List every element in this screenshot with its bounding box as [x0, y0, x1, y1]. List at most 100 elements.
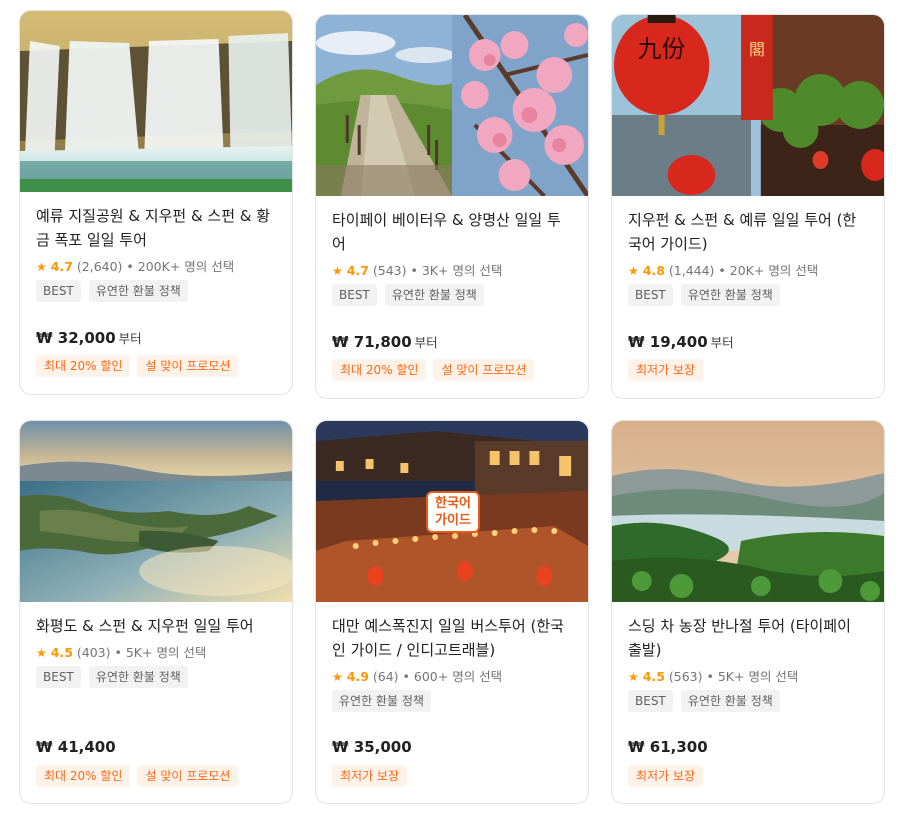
discount-badge: 최대 20% 할인: [332, 359, 427, 381]
tour-title[interactable]: 대만 예스폭진지 일일 버스투어 (한국인 가이드 / 인디고트래블): [332, 614, 572, 662]
review-count: (403): [76, 645, 111, 660]
tag-list: BEST 유연한 환불 정책: [36, 280, 276, 302]
star-icon: ★: [36, 646, 47, 660]
price-suffix: 부터: [118, 331, 142, 346]
rating-row: ★ 4.5 (403) • 5K+ 명의 선택: [36, 642, 276, 661]
tag-refund: 유연한 환불 정책: [332, 690, 431, 712]
tour-image-lake-hills[interactable]: [612, 421, 884, 602]
rating-row: ★ 4.7 (2,640) • 200K+ 명의 선택: [36, 256, 276, 275]
tour-title[interactable]: 화평도 & 스펀 & 지우펀 일일 투어: [36, 614, 276, 638]
tour-image-lanterns[interactable]: 閣 九份: [612, 15, 884, 196]
price: ₩ 71,800 부터: [332, 332, 438, 351]
star-icon: ★: [628, 670, 639, 684]
star-icon: ★: [36, 260, 47, 274]
booked-count: • 3K+ 명의 선택: [410, 263, 503, 278]
price: ₩ 41,400: [36, 738, 119, 756]
tag-best: BEST: [36, 666, 81, 688]
tag-best: BEST: [332, 284, 377, 306]
tour-image-coast[interactable]: [20, 421, 292, 602]
tour-card[interactable]: 閣 九份 지우펀 & 스펀 & 예류 일일 투어 (한국어 가이드) ★ 4.8…: [611, 14, 885, 399]
tour-title[interactable]: 지우펀 & 스펀 & 예류 일일 투어 (한국어 가이드): [628, 208, 868, 256]
star-icon: ★: [628, 264, 639, 278]
tag-list: BEST 유연한 환불 정책: [36, 666, 276, 688]
promo-badges: 최대 20% 할인 설 맞이 프로모션: [36, 765, 245, 787]
price: ₩ 32,000 부터: [36, 328, 142, 347]
tour-title[interactable]: 타이페이 베이터우 & 양명산 일일 투어: [332, 208, 572, 256]
discount-badge: 최대 20% 할인: [36, 765, 131, 787]
promo-badges: 최대 20% 할인 설 맞이 프로모션: [36, 355, 245, 377]
rating-score: 4.7: [346, 263, 369, 278]
review-count: (64): [372, 669, 399, 684]
tag-list: 유연한 환불 정책: [332, 690, 572, 712]
tour-title[interactable]: 스딩 차 농장 반나절 투어 (타이페이 출발): [628, 614, 868, 662]
rating-score: 4.9: [346, 669, 369, 684]
price: ₩ 61,300: [628, 738, 711, 756]
rating-score: 4.5: [50, 645, 73, 660]
tag-refund: 유연한 환불 정책: [88, 666, 188, 688]
promo-badges: 최저가 보장: [332, 765, 414, 787]
price: ₩ 19,400 부터: [628, 332, 734, 351]
korean-guide-label: 한국어 가이드: [426, 491, 480, 533]
promo-badges: 최저가 보장: [628, 765, 710, 787]
tag-best: BEST: [628, 690, 673, 712]
lantern-text: 九份: [638, 35, 686, 63]
rating-row: ★ 4.5 (563) • 5K+ 명의 선택: [628, 666, 868, 685]
tour-card[interactable]: 타이페이 베이터우 & 양명산 일일 투어 ★ 4.7 (543) • 3K+ …: [315, 14, 589, 399]
booked-count: • 5K+ 명의 선택: [706, 669, 799, 684]
tour-card[interactable]: 화평도 & 스펀 & 지우펀 일일 투어 ★ 4.5 (403) • 5K+ 명…: [19, 420, 293, 804]
star-icon: ★: [332, 264, 343, 278]
review-count: (543): [372, 263, 407, 278]
review-count: (1,444): [668, 263, 715, 278]
promo-badges: 최대 20% 할인 설 맞이 프로모션: [332, 359, 541, 381]
tag-list: BEST 유연한 환불 정책: [332, 284, 572, 306]
booked-count: • 600+ 명의 선택: [402, 669, 503, 684]
tour-image-waterfall[interactable]: [20, 11, 292, 192]
rating-score: 4.5: [642, 669, 665, 684]
discount-badge: 최대 20% 할인: [36, 355, 131, 377]
rating-score: 4.7: [50, 259, 73, 274]
price-amount: ₩ 19,400: [628, 333, 708, 351]
lowest-price-badge: 최저가 보장: [628, 359, 704, 381]
review-count: (2,640): [76, 259, 123, 274]
tour-card[interactable]: 예류 지질공원 & 지우펀 & 스펀 & 황금 폭포 일일 투어 ★ 4.7 (…: [19, 10, 293, 395]
rating-row: ★ 4.7 (543) • 3K+ 명의 선택: [332, 260, 572, 279]
price-suffix: 부터: [414, 335, 438, 350]
price-suffix: 부터: [710, 335, 734, 350]
tour-image-night-town[interactable]: 한국어 가이드: [316, 421, 588, 602]
price-amount: ₩ 61,300: [628, 738, 708, 756]
promo-badge: 설 맞이 프로모션: [137, 355, 239, 377]
tour-card[interactable]: 한국어 가이드 대만 예스폭진지 일일 버스투어 (한국인 가이드 / 인디고트…: [315, 420, 589, 804]
rating-row: ★ 4.8 (1,444) • 20K+ 명의 선택: [628, 260, 868, 279]
price: ₩ 35,000: [332, 738, 415, 756]
tag-best: BEST: [628, 284, 673, 306]
korean-guide-label-line2: 가이드: [435, 513, 471, 528]
tag-refund: 유연한 환불 정책: [88, 280, 188, 302]
tag-refund: 유연한 환불 정책: [384, 284, 484, 306]
korean-guide-label-line1: 한국어: [435, 496, 471, 511]
price-amount: ₩ 32,000: [36, 329, 116, 347]
promo-badge: 설 맞이 프로모션: [137, 765, 239, 787]
tag-refund: 유연한 환불 정책: [680, 284, 780, 306]
tour-card[interactable]: 스딩 차 농장 반나절 투어 (타이페이 출발) ★ 4.5 (563) • 5…: [611, 420, 885, 804]
price-amount: ₩ 71,800: [332, 333, 412, 351]
tag-refund: 유연한 환불 정책: [680, 690, 780, 712]
svg-text:閣: 閣: [749, 40, 765, 59]
tag-list: BEST 유연한 환불 정책: [628, 284, 868, 306]
promo-badge: 설 맞이 프로모션: [433, 359, 535, 381]
tour-title[interactable]: 예류 지질공원 & 지우펀 & 스펀 & 황금 폭포 일일 투어: [36, 204, 276, 252]
promo-badges: 최저가 보장: [628, 359, 710, 381]
booked-count: • 5K+ 명의 선택: [114, 645, 207, 660]
rating-score: 4.8: [642, 263, 665, 278]
booked-count: • 200K+ 명의 선택: [126, 259, 235, 274]
price-amount: ₩ 41,400: [36, 738, 116, 756]
review-count: (563): [668, 669, 703, 684]
lowest-price-badge: 최저가 보장: [628, 765, 704, 787]
rating-row: ★ 4.9 (64) • 600+ 명의 선택: [332, 666, 572, 685]
price-amount: ₩ 35,000: [332, 738, 412, 756]
star-icon: ★: [332, 670, 343, 684]
tag-list: BEST 유연한 환불 정책: [628, 690, 868, 712]
tag-best: BEST: [36, 280, 81, 302]
booked-count: • 20K+ 명의 선택: [718, 263, 819, 278]
tour-image-mountain-blossom[interactable]: [316, 15, 588, 196]
lowest-price-badge: 최저가 보장: [332, 765, 408, 787]
